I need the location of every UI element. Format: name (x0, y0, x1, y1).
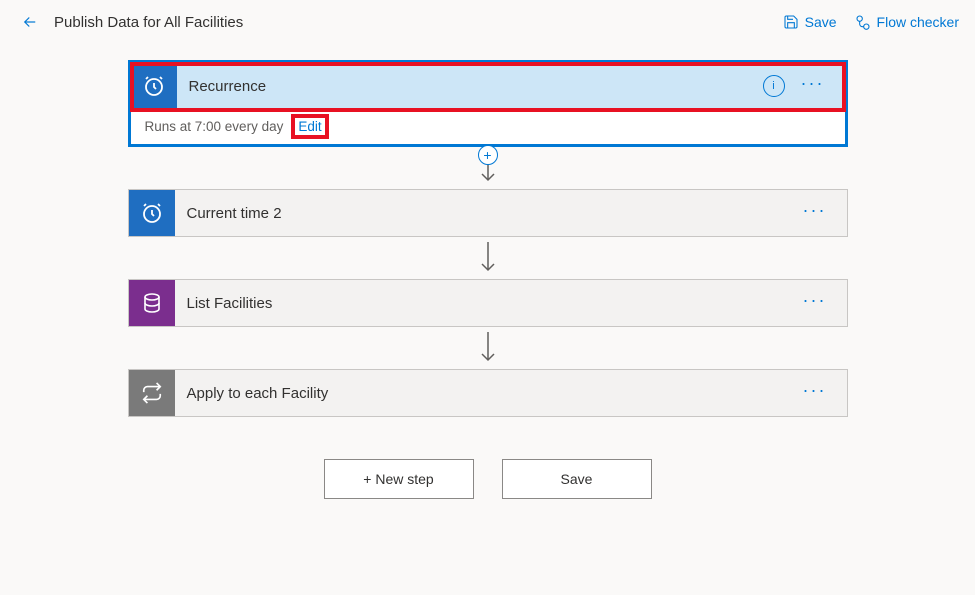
recurrence-card[interactable]: Recurrence i ··· Runs at 7:00 every day … (128, 60, 848, 147)
clock-icon (131, 63, 177, 109)
current-time-card[interactable]: Current time 2 ··· (128, 189, 848, 237)
top-bar: Publish Data for All Facilities Save Flo… (0, 0, 975, 44)
arrow-down-icon (478, 240, 498, 276)
flow-checker-label: Flow checker (877, 14, 959, 30)
connector-3 (478, 327, 498, 369)
save-button-bottom[interactable]: Save (502, 459, 652, 499)
list-facilities-card[interactable]: List Facilities ··· (128, 279, 848, 327)
connector-2 (478, 237, 498, 279)
save-button-top[interactable]: Save (783, 14, 837, 30)
recurrence-body: Runs at 7:00 every day Edit (131, 109, 845, 144)
clock-icon (129, 190, 175, 236)
current-time-more-button[interactable]: ··· (803, 201, 827, 225)
apply-each-more-button[interactable]: ··· (803, 381, 827, 405)
recurrence-more-button[interactable]: ··· (801, 74, 825, 98)
list-facilities-more-button[interactable]: ··· (803, 291, 827, 315)
footer-buttons: + New step Save (324, 459, 652, 499)
save-label-top: Save (805, 14, 837, 30)
arrow-left-icon (21, 13, 39, 31)
list-facilities-title: List Facilities (175, 295, 803, 312)
apply-each-card[interactable]: Apply to each Facility ··· (128, 369, 848, 417)
recurrence-edit-link[interactable]: Edit (291, 114, 328, 139)
arrow-down-icon (478, 330, 498, 366)
page-title: Publish Data for All Facilities (54, 14, 243, 31)
flow-canvas: Recurrence i ··· Runs at 7:00 every day … (0, 44, 975, 499)
apply-each-title: Apply to each Facility (175, 385, 803, 402)
recurrence-schedule-text: Runs at 7:00 every day (145, 119, 284, 134)
apply-each-header[interactable]: Apply to each Facility ··· (129, 370, 847, 416)
save-icon (783, 14, 799, 30)
new-step-button[interactable]: + New step (324, 459, 474, 499)
connector-1: + (478, 147, 498, 189)
recurrence-title: Recurrence (177, 78, 763, 95)
loop-icon (129, 370, 175, 416)
info-button[interactable]: i (763, 75, 785, 97)
back-button[interactable] (16, 8, 44, 36)
list-facilities-header[interactable]: List Facilities ··· (129, 280, 847, 326)
info-icon: i (772, 80, 774, 92)
recurrence-header[interactable]: Recurrence i ··· (131, 63, 845, 109)
flow-checker-icon (855, 14, 871, 30)
flow-checker-button[interactable]: Flow checker (855, 14, 959, 30)
insert-step-button[interactable]: + (478, 145, 498, 165)
current-time-title: Current time 2 (175, 205, 803, 222)
database-icon (129, 280, 175, 326)
current-time-header[interactable]: Current time 2 ··· (129, 190, 847, 236)
